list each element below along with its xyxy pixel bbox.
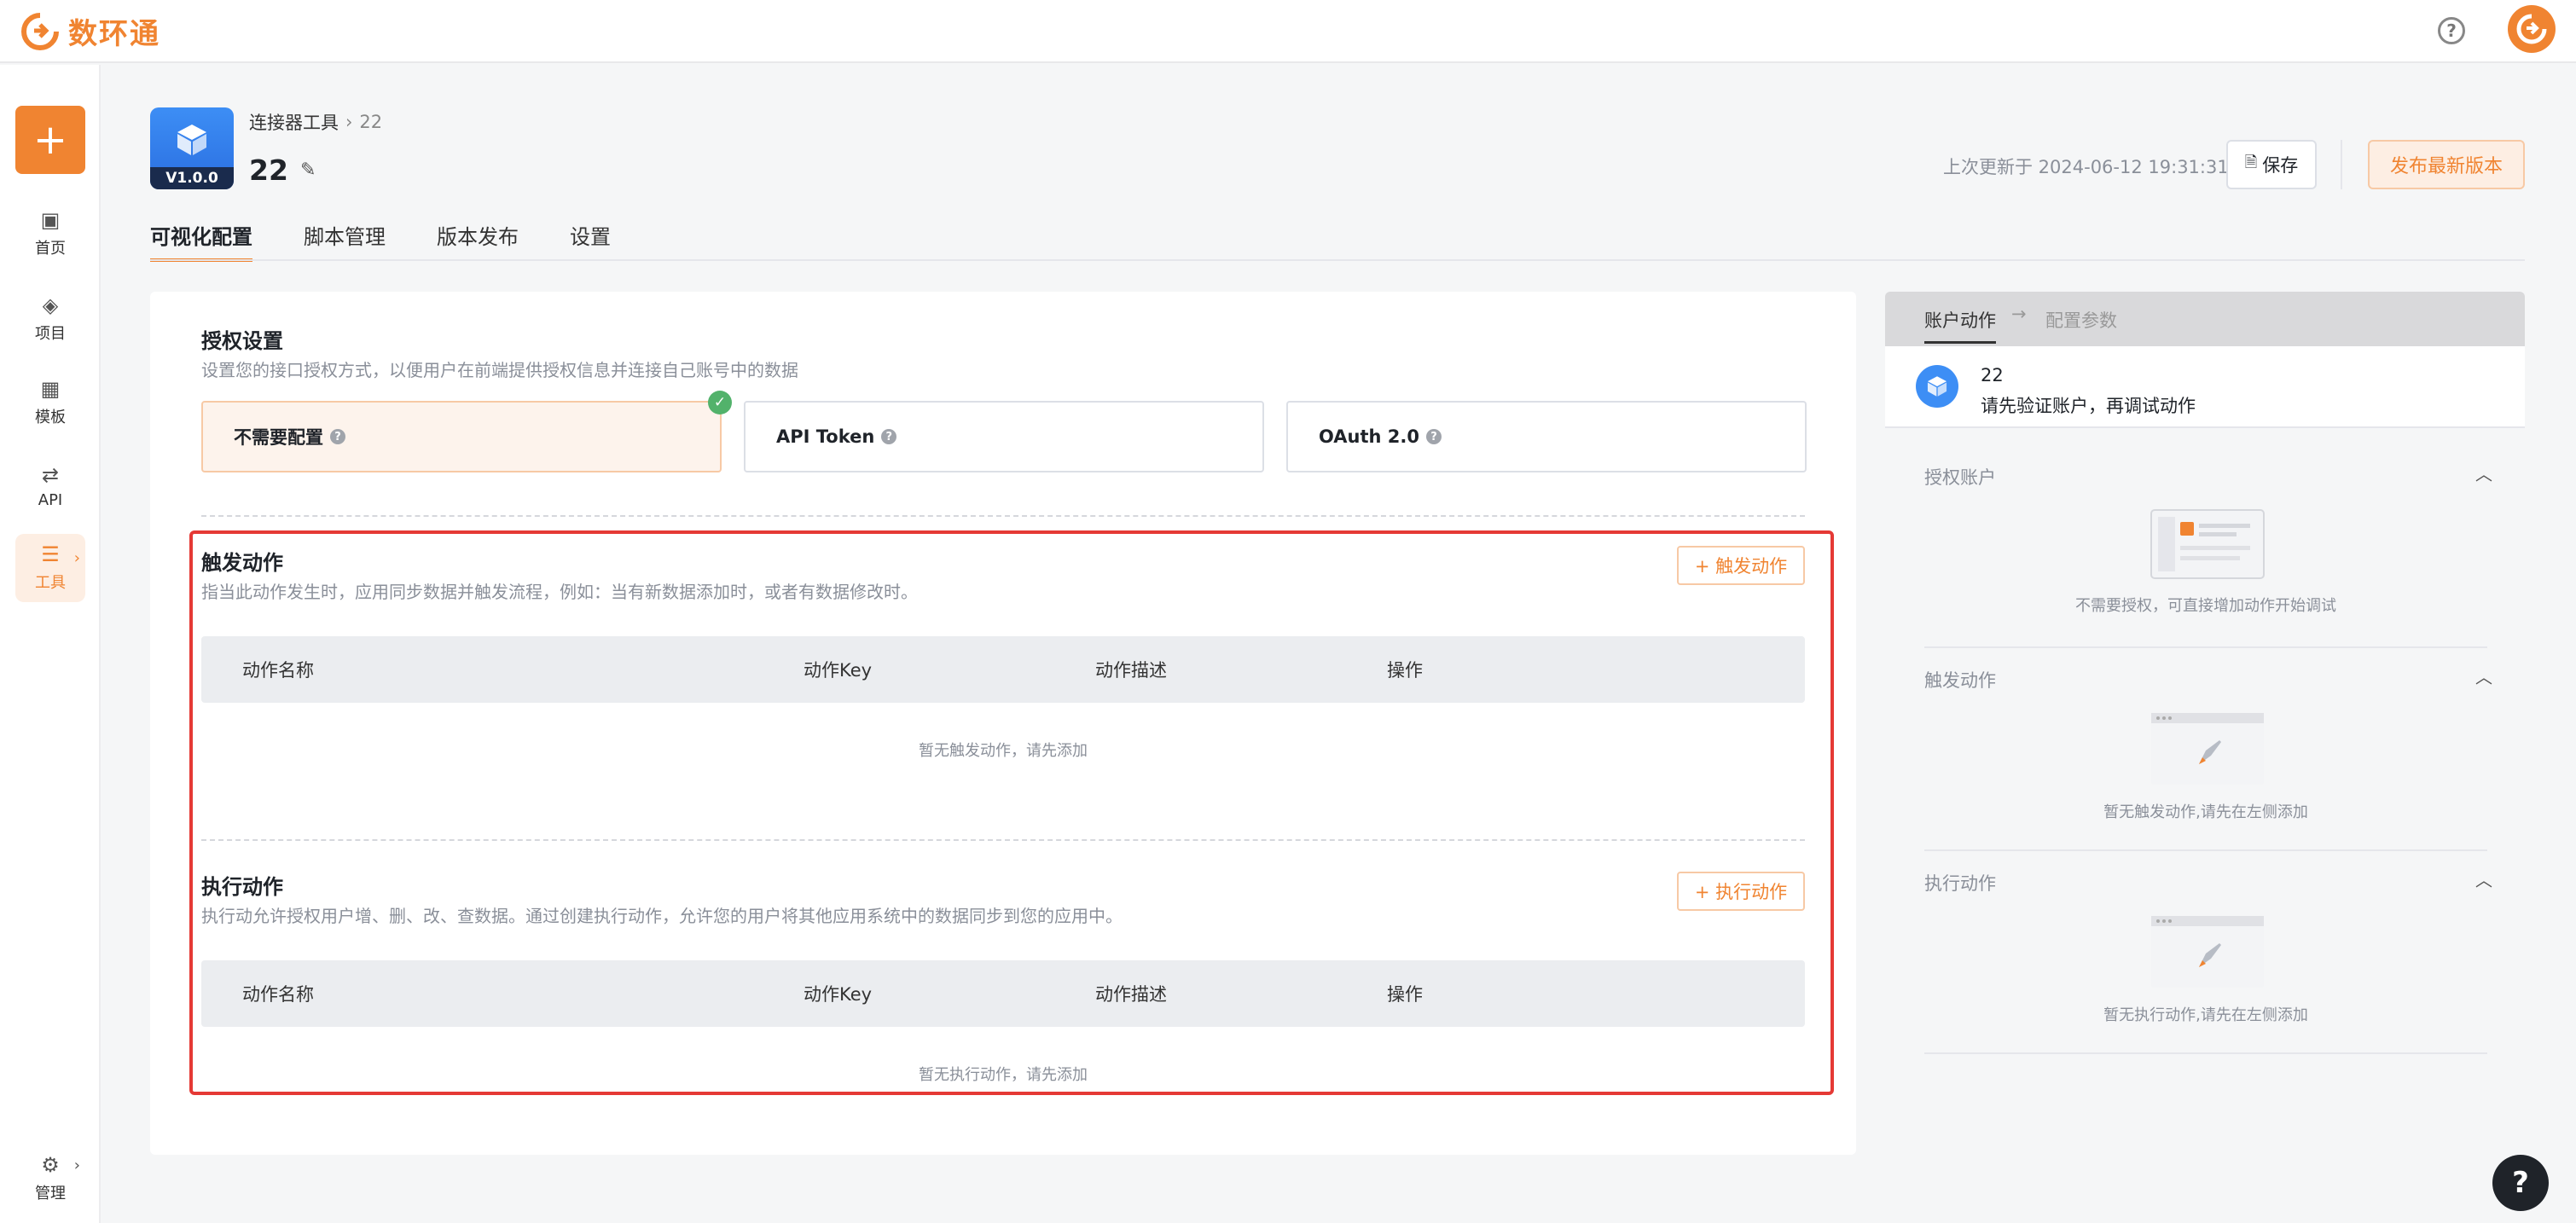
sidebar-item-label: 项目 xyxy=(35,325,66,343)
sidebar-item-label: 模板 xyxy=(35,409,66,426)
section-divider xyxy=(201,515,1805,517)
rocket-illustration-icon xyxy=(2151,713,2264,785)
execute-panel-empty-text: 暂无执行动作,请先在左侧添加 xyxy=(2103,1006,2308,1024)
page-tabs: 可视化配置 脚本管理 版本发布 设置 xyxy=(150,220,662,262)
auth-option-none[interactable]: 不需要配置 ? ✓ xyxy=(201,391,732,472)
header-divider xyxy=(2341,140,2342,189)
auth-account-empty-text: 不需要授权，可直接增加动作开始调试 xyxy=(2075,597,2336,615)
chevron-right-icon: › xyxy=(73,1156,80,1174)
question-icon[interactable]: ? xyxy=(881,429,897,444)
sidebar-item-api[interactable]: ⇄ API xyxy=(15,452,85,520)
active-tab-underline xyxy=(1924,341,1996,344)
gear-icon: ⚙ xyxy=(41,1153,60,1177)
home-icon: ▣ xyxy=(40,208,61,232)
sidebar-item-label: 首页 xyxy=(35,240,66,258)
rocket-illustration-icon xyxy=(2151,916,2264,988)
connector-message: 请先验证账户，再调试动作 xyxy=(1981,396,2196,416)
auth-illustration-icon xyxy=(2150,509,2265,579)
chevron-right-icon: › xyxy=(73,549,80,567)
help-icon[interactable]: ? xyxy=(2438,17,2465,44)
publish-button[interactable]: 发布最新版本 xyxy=(2368,140,2525,189)
help-chat-button[interactable]: ? xyxy=(2492,1155,2549,1211)
sidebar-item-label: 管理 xyxy=(35,1185,66,1203)
question-icon[interactable]: ? xyxy=(1426,429,1442,444)
grid-icon: ▦ xyxy=(40,377,61,401)
auth-option-label: API Token xyxy=(776,426,875,447)
tabs-divider xyxy=(150,259,2525,261)
sidebar-item-label: API xyxy=(38,490,63,509)
section-title-auth-account: 授权账户 xyxy=(1924,467,1996,488)
cube-icon xyxy=(177,125,206,155)
arrow-right-icon: → xyxy=(2011,304,2027,324)
auth-option-api-token[interactable]: API Token ? xyxy=(744,401,1264,472)
chevron-right-icon: › xyxy=(345,112,353,132)
auth-option-label: 不需要配置 xyxy=(234,427,323,448)
connector-card: 22 请先验证账户，再调试动作 xyxy=(1885,346,2525,428)
auth-option-label: OAuth 2.0 xyxy=(1319,426,1419,447)
section-title-trigger: 触发动作 xyxy=(1924,670,1996,691)
question-icon[interactable]: ? xyxy=(330,429,345,444)
sidebar-item-home[interactable]: ▣ 首页 xyxy=(15,200,85,268)
brand-logo[interactable]: 数环通 xyxy=(20,10,160,52)
auth-option-oauth[interactable]: OAuth 2.0 ? xyxy=(1286,401,1807,472)
brand-name: 数环通 xyxy=(68,17,160,51)
left-sidebar: + ▣ 首页 ◈ 项目 ▦ 模板 ⇄ API ☰ 工具 › ⚙ 管理 › xyxy=(0,65,101,1223)
sidebar-item-label: 工具 xyxy=(35,574,66,592)
debug-panel: 账户动作 → 配置参数 22 请先验证账户，再调试动作 授权账户 ︿ 不需要授权… xyxy=(1885,292,2525,1059)
create-button[interactable]: + xyxy=(15,106,85,174)
breadcrumb-current: 22 xyxy=(359,112,383,132)
chevron-up-icon[interactable]: ︿ xyxy=(2475,664,2492,688)
page-title: 22 ✎ xyxy=(249,154,316,187)
sidebar-item-projects[interactable]: ◈ 项目 xyxy=(15,285,85,353)
breadcrumb-parent[interactable]: 连接器工具 xyxy=(249,109,339,135)
trigger-panel-empty-text: 暂无触发动作,请先在左侧添加 xyxy=(2103,803,2308,821)
connector-name: 22 xyxy=(1981,365,2004,385)
tab-version-release[interactable]: 版本发布 xyxy=(437,220,519,262)
save-label: 保存 xyxy=(2262,155,2299,176)
section-divider xyxy=(1924,849,2487,851)
version-badge: V1.0.0 xyxy=(150,167,234,189)
sidebar-item-manage[interactable]: ⚙ 管理 › xyxy=(15,1145,85,1213)
section-divider xyxy=(1924,1052,2487,1054)
section-divider xyxy=(1924,646,2487,648)
check-icon: ✓ xyxy=(708,391,732,414)
layers-icon: ◈ xyxy=(42,293,59,317)
save-icon: 🗎 xyxy=(2244,154,2258,171)
last-update-text: 上次更新于 2024-06-12 19:31:31 xyxy=(1943,157,2229,177)
chevron-up-icon[interactable]: ︿ xyxy=(2475,867,2492,891)
tab-visual-config[interactable]: 可视化配置 xyxy=(150,220,252,262)
api-icon: ⇄ xyxy=(41,462,60,487)
app-icon: V1.0.0 xyxy=(150,107,234,189)
debug-panel-header: 账户动作 → 配置参数 xyxy=(1885,292,2525,346)
sidebar-item-tools[interactable]: ☰ 工具 › xyxy=(15,534,85,602)
tab-settings[interactable]: 设置 xyxy=(570,220,611,262)
breadcrumb: 连接器工具 › 22 xyxy=(249,109,382,135)
auth-section-title: 授权设置 xyxy=(201,329,283,353)
save-button[interactable]: 🗎 保存 xyxy=(2226,140,2317,189)
tab-script-manage[interactable]: 脚本管理 xyxy=(304,220,386,262)
avatar[interactable] xyxy=(2508,5,2556,53)
avatar-logo-icon xyxy=(2516,14,2547,44)
auth-section-desc: 设置您的接口授权方式，以便用户在前端提供授权信息并连接自己账号中的数据 xyxy=(201,360,798,380)
tab-config-params[interactable]: 配置参数 xyxy=(2045,307,2117,333)
logo-icon xyxy=(21,12,59,50)
top-bar: 数环通 ? xyxy=(0,0,2576,63)
cube-icon xyxy=(1916,365,1958,408)
chevron-up-icon[interactable]: ︿ xyxy=(2475,461,2492,485)
tab-account-actions[interactable]: 账户动作 xyxy=(1924,307,1996,333)
highlight-box xyxy=(189,530,1834,1095)
section-title-execute: 执行动作 xyxy=(1924,873,1996,894)
page-title-text: 22 xyxy=(249,154,288,187)
edit-icon[interactable]: ✎ xyxy=(300,159,316,181)
sidebar-item-templates[interactable]: ▦ 模板 xyxy=(15,368,85,437)
tools-icon: ☰ xyxy=(41,542,60,566)
